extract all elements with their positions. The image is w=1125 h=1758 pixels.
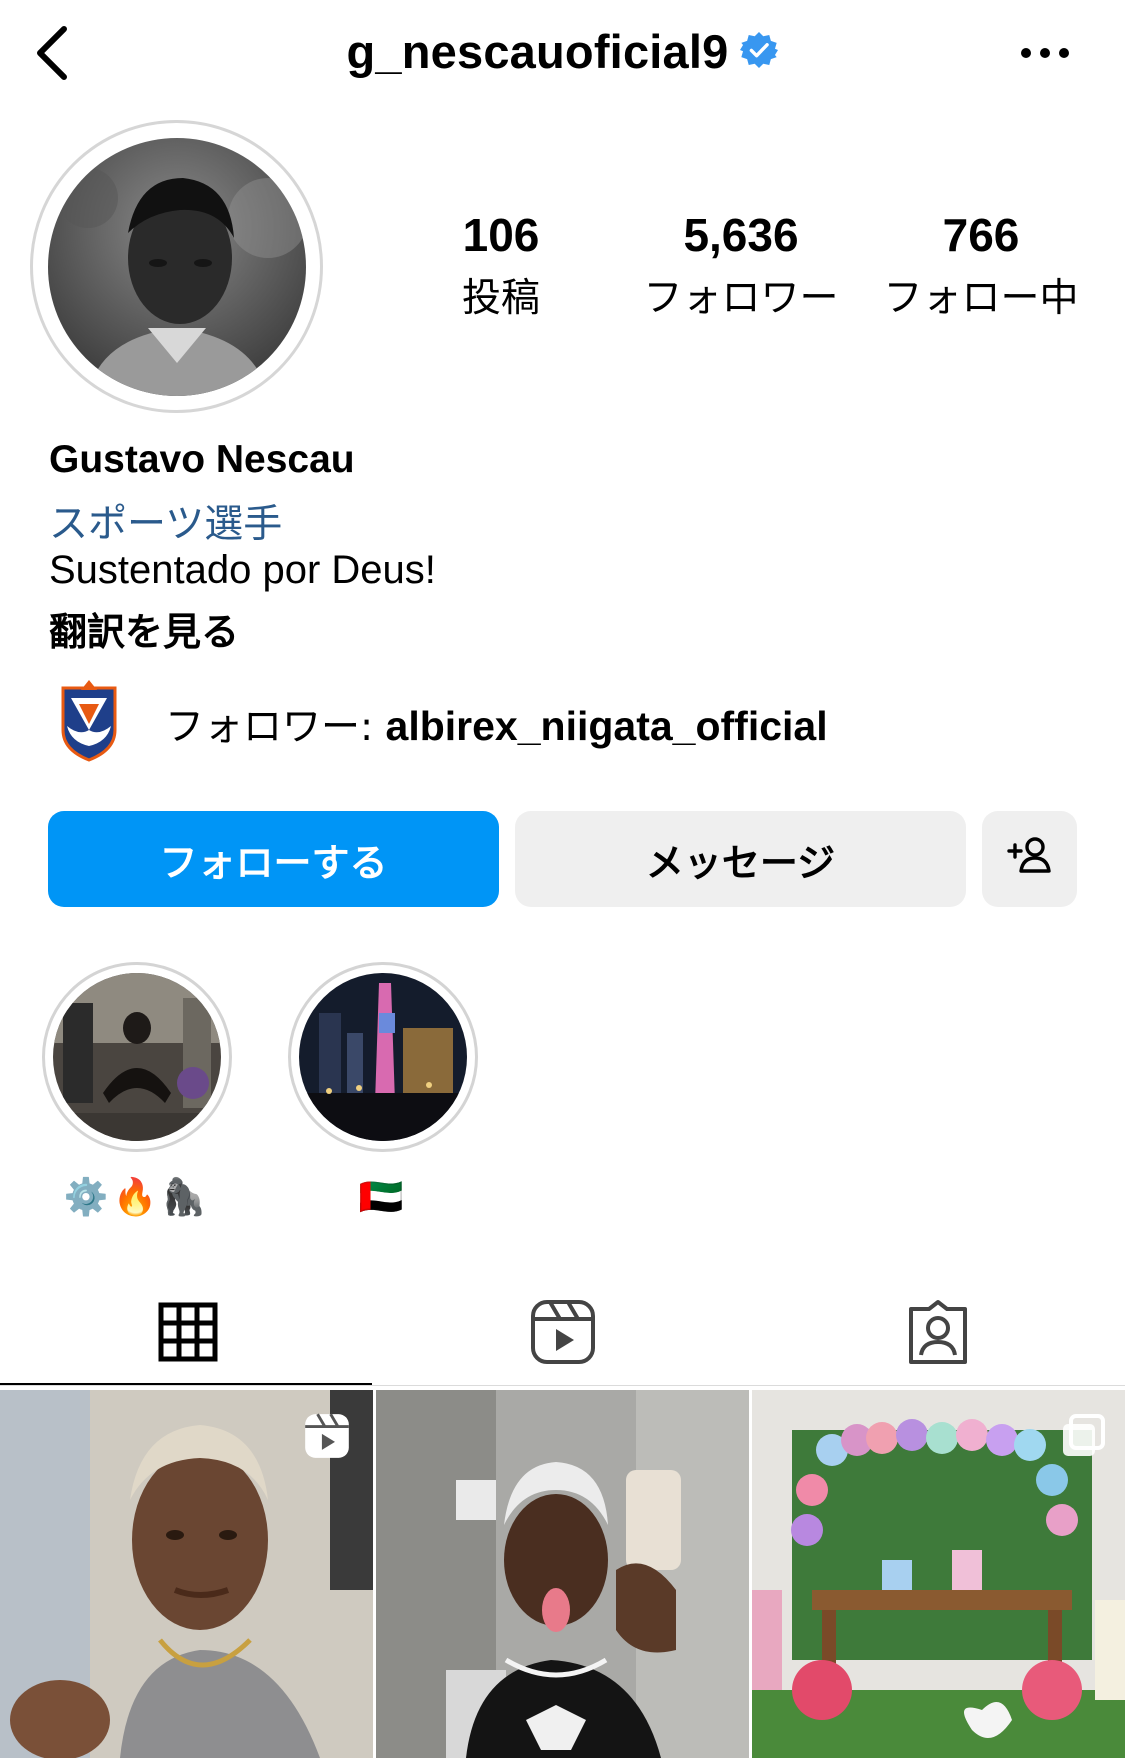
username: g_nescauoficial9	[346, 25, 729, 78]
reel-icon	[303, 1412, 351, 1460]
multiple-photos-icon	[1059, 1412, 1107, 1460]
highlight-label: 🇦🇪	[358, 1176, 408, 1217]
stat-posts[interactable]: 106 投稿	[391, 210, 611, 323]
tab-reels[interactable]	[375, 1284, 750, 1384]
profile-avatar[interactable]	[30, 120, 323, 413]
profile-category: スポーツ選手	[49, 502, 283, 547]
stat-followers-label: フォロワー	[643, 275, 839, 321]
more-horizontal-icon	[1020, 46, 1070, 64]
tab-posts-grid[interactable]	[0, 1284, 375, 1384]
stat-posts-count: 106	[462, 209, 540, 261]
reels-icon	[530, 1299, 596, 1370]
post-thumbnail[interactable]	[376, 1390, 749, 1758]
avatar-photo	[47, 137, 306, 396]
follow-button[interactable]: フォローする	[48, 811, 499, 907]
highlight-ring	[42, 962, 232, 1152]
followed-by-prefix: フォロワー:	[165, 704, 386, 750]
profile-name: Gustavo Nescau	[49, 438, 355, 481]
profile-tabs	[0, 1284, 1125, 1384]
club-crest-icon	[57, 680, 121, 767]
followed-by-account[interactable]: albirex_niigata_official	[386, 703, 828, 749]
stat-posts-label: 投稿	[461, 275, 540, 321]
highlight-ring	[288, 962, 478, 1152]
followed-by-text: フォロワー: albirex_niigata_official	[165, 696, 828, 752]
highlight-item[interactable]: 🇦🇪	[287, 962, 479, 1218]
stat-followers-count: 5,636	[683, 209, 799, 261]
profile-bio: Sustentado por Deus!	[49, 548, 436, 592]
stat-following-count: 766	[942, 209, 1020, 261]
see-translation-link[interactable]: 翻訳を見る	[49, 601, 239, 656]
stat-followers[interactable]: 5,636 フォロワー	[631, 210, 851, 323]
highlight-item[interactable]: ⚙️🔥🦍	[41, 962, 233, 1218]
suggested-users-button[interactable]	[982, 811, 1077, 907]
message-button[interactable]: メッセージ	[515, 811, 966, 907]
stat-following-label: フォロー中	[883, 275, 1079, 321]
tagged-icon	[905, 1299, 971, 1370]
highlight-cover	[299, 973, 467, 1141]
followed-by[interactable]: フォロワー: albirex_niigata_official	[57, 680, 828, 767]
header-title: g_nescauoficial9	[0, 24, 1125, 80]
post-thumbnail[interactable]	[0, 1390, 373, 1758]
grid-icon	[158, 1302, 218, 1367]
post-thumbnail[interactable]	[752, 1390, 1125, 1758]
verified-badge-icon	[740, 25, 779, 80]
highlight-cover	[53, 973, 221, 1141]
tab-tagged[interactable]	[750, 1284, 1125, 1384]
more-options-button[interactable]	[1010, 30, 1080, 80]
stat-following[interactable]: 766 フォロー中	[871, 210, 1091, 323]
add-person-icon	[1006, 836, 1053, 883]
highlight-label: ⚙️🔥🦍	[63, 1176, 211, 1217]
tabs-divider	[0, 1385, 1125, 1386]
